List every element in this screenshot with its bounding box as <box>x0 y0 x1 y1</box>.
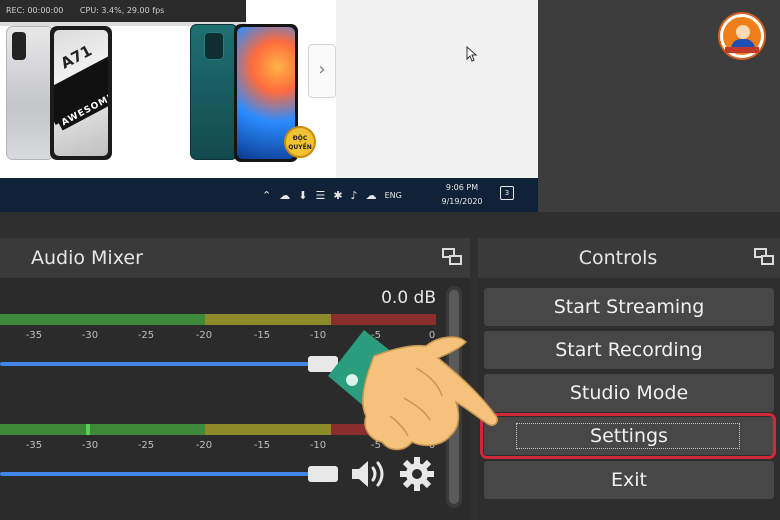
phone-image <box>6 26 54 160</box>
preview-canvas: REC: 00:00:00 CPU: 3.4%, 29.00 fps A71 A… <box>0 0 538 212</box>
stats-overlay: REC: 00:00:00 CPU: 3.4%, 29.00 fps <box>0 0 246 22</box>
meter-tick-label: -30 <box>81 330 99 341</box>
phone-image <box>190 24 238 160</box>
notification-icon[interactable]: 3 <box>500 186 514 200</box>
controls-title: Controls <box>478 238 780 278</box>
meter-tick-label: -20 <box>195 440 213 451</box>
meter-tick-label: -35 <box>25 440 43 451</box>
pointing-hand-icon <box>320 324 520 474</box>
windows-taskbar: ⌃ ☁ ⬇ ☰ ✱ ♪ ☁ ENG 9:06 PM 9/19/2020 3 <box>0 178 538 212</box>
site-logo <box>720 14 764 58</box>
carousel-next-button[interactable]: › <box>308 44 336 98</box>
start-recording-button[interactable]: Start Recording <box>484 331 774 369</box>
captured-desktop: REC: 00:00:00 CPU: 3.4%, 29.00 fps A71 A… <box>0 0 538 178</box>
volume-tray-icon[interactable]: ♪ <box>351 189 358 202</box>
taskbar-clock[interactable]: 9:06 PM 9/19/2020 <box>430 181 494 209</box>
meter-tick-label: -15 <box>253 330 271 341</box>
meter-tick-label: -35 <box>25 330 43 341</box>
bluetooth-icon[interactable]: ✱ <box>333 189 342 202</box>
float-dock-icon[interactable] <box>442 248 464 268</box>
phone-image: A71 AWESOME <box>50 26 112 160</box>
volume-db-readout: 0.0 dB <box>381 288 436 308</box>
cloud-icon[interactable]: ☁ <box>279 189 290 202</box>
desktop-background <box>336 0 538 178</box>
chevron-up-icon[interactable]: ⌃ <box>262 189 271 202</box>
mouse-cursor-icon <box>466 45 478 66</box>
language-indicator[interactable]: ENG <box>385 191 402 200</box>
volume-slider[interactable] <box>0 356 340 372</box>
float-dock-icon[interactable] <box>754 248 776 268</box>
cpu-fps: CPU: 3.4%, 29.00 fps <box>79 6 165 15</box>
obs-window: REC: 00:00:00 CPU: 3.4%, 29.00 fps A71 A… <box>0 0 780 520</box>
audio-mixer-title: Audio Mixer <box>0 238 470 278</box>
start-streaming-button[interactable]: Start Streaming <box>484 288 774 326</box>
onedrive-icon[interactable]: ☁ <box>366 189 377 202</box>
system-tray: ⌃ ☁ ⬇ ☰ ✱ ♪ ☁ ENG <box>262 178 402 212</box>
exclusive-badge: ĐỘC QUYỀN <box>284 126 316 158</box>
studio-mode-button[interactable]: Studio Mode <box>484 374 774 412</box>
meter-tick-label: -15 <box>253 440 271 451</box>
clock-time: 9:06 PM <box>445 183 479 192</box>
usb-icon[interactable]: ⬇ <box>298 189 307 202</box>
meter-tick-label: -20 <box>195 330 213 341</box>
network-icon[interactable]: ☰ <box>315 189 325 202</box>
exit-button[interactable]: Exit <box>484 461 774 499</box>
clock-date: 9/19/2020 <box>441 197 483 206</box>
volume-slider[interactable] <box>0 466 340 482</box>
rec-time: REC: 00:00:00 <box>6 6 64 15</box>
meter-tick-label: -30 <box>81 440 99 451</box>
meter-tick-label: -25 <box>137 440 155 451</box>
meter-tick-label: -25 <box>137 330 155 341</box>
settings-focus-ring <box>516 423 740 449</box>
